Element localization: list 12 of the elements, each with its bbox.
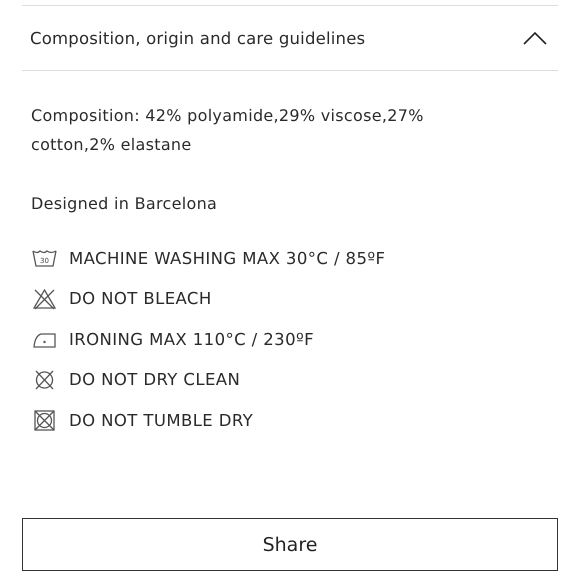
care-instruction: MACHINE WASHING MAX 30°C / 85ºF <box>69 248 386 268</box>
accordion-header[interactable]: Composition, origin and care guidelines <box>22 5 558 71</box>
care-instruction: DO NOT TUMBLE DRY <box>69 410 254 430</box>
care-instruction: DO NOT DRY CLEAN <box>69 370 240 390</box>
crossed-triangle-icon <box>31 288 58 310</box>
section-title: Composition, origin and care guidelines <box>30 28 366 48</box>
origin-text: Designed in Barcelona <box>31 193 218 215</box>
chevron-up-icon[interactable] <box>522 30 548 46</box>
care-instruction: DO NOT BLEACH <box>69 289 212 308</box>
composition-text: Composition: 42% polyamide,29% viscose,27% cotton,2% elastane <box>31 105 425 156</box>
care-instruction: IRONING MAX 110°C / 230ºF <box>69 330 314 349</box>
share-button[interactable]: Share <box>22 518 558 571</box>
